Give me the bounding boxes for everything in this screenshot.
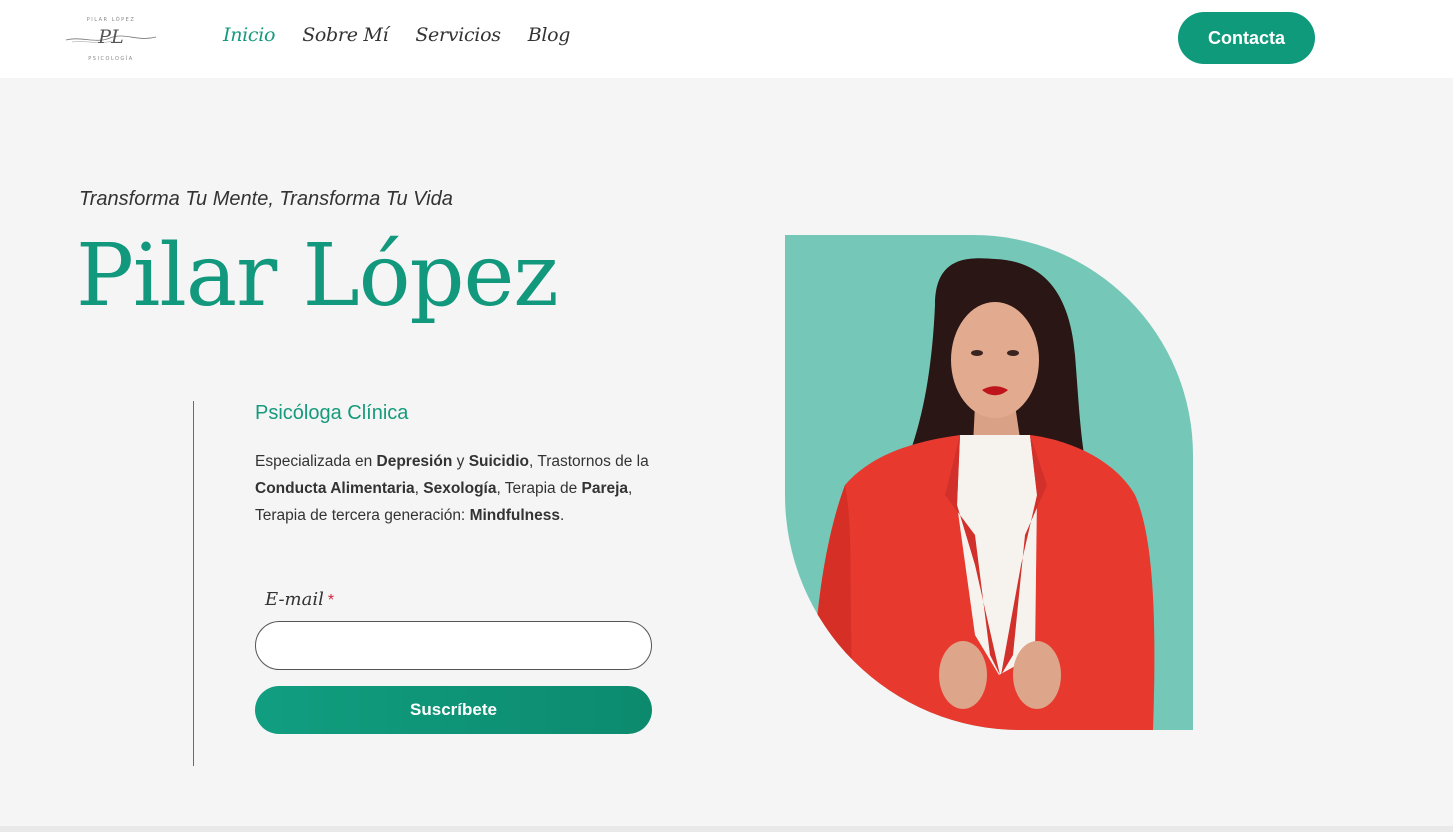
profile-photo bbox=[785, 235, 1193, 730]
eye-right-shape bbox=[1007, 350, 1019, 356]
hand-left-shape bbox=[939, 641, 987, 709]
eye-left-shape bbox=[971, 350, 983, 356]
desc-bold: Suicidio bbox=[468, 453, 529, 470]
logo-top-text: PILAR LÓPEZ bbox=[86, 17, 136, 23]
hero-tagline: Transforma Tu Mente, Transforma Tu Vida bbox=[79, 188, 453, 210]
subscribe-button[interactable]: Suscríbete bbox=[255, 686, 652, 734]
logo-monogram: PL bbox=[98, 26, 124, 48]
desc-bold: Depresión bbox=[376, 453, 453, 470]
email-input[interactable] bbox=[255, 621, 652, 670]
main-nav: Inicio Sobre Mí Servicios Blog bbox=[223, 24, 570, 46]
desc-text: , bbox=[414, 480, 424, 497]
portrait-illustration bbox=[812, 258, 1155, 730]
nav-link-blog[interactable]: Blog bbox=[528, 24, 571, 46]
hero-subtitle: Psicóloga Clínica bbox=[255, 402, 409, 424]
hero-description: Especializada en Depresión y Suicidio, T… bbox=[255, 448, 665, 529]
face-shape bbox=[951, 302, 1039, 418]
logo-bottom-text: PSICOLOGÍA bbox=[88, 56, 134, 62]
site-logo[interactable]: PILAR LÓPEZ PL PSICOLOGÍA bbox=[62, 10, 160, 66]
email-label: E-mail * bbox=[265, 589, 334, 610]
vertical-divider bbox=[193, 401, 194, 766]
hero-name: Pilar López bbox=[76, 226, 559, 326]
desc-text: . bbox=[559, 507, 565, 524]
hand-right-shape bbox=[1013, 641, 1061, 709]
required-mark: * bbox=[327, 592, 335, 609]
jacket-shadow-shape bbox=[812, 485, 855, 730]
contact-button[interactable]: Contacta bbox=[1178, 12, 1315, 64]
desc-bold: Pareja bbox=[581, 480, 629, 497]
email-label-text: E-mail bbox=[265, 589, 324, 610]
site-header: PILAR LÓPEZ PL PSICOLOGÍA Inicio Sobre M… bbox=[0, 0, 1453, 78]
desc-text: , Terapia de bbox=[496, 480, 582, 497]
nav-link-servicios[interactable]: Servicios bbox=[415, 24, 501, 46]
nav-link-inicio[interactable]: Inicio bbox=[223, 24, 275, 46]
desc-bold: Sexología bbox=[423, 480, 497, 497]
desc-text: y bbox=[452, 453, 469, 470]
desc-text: Especializada en bbox=[255, 453, 377, 470]
desc-text: , Trastornos de la bbox=[528, 453, 649, 470]
nav-link-sobre-mi[interactable]: Sobre Mí bbox=[302, 24, 388, 46]
footer-divider bbox=[0, 826, 1453, 832]
desc-bold: Mindfulness bbox=[469, 507, 560, 524]
desc-bold: Conducta Alimentaria bbox=[255, 480, 415, 497]
